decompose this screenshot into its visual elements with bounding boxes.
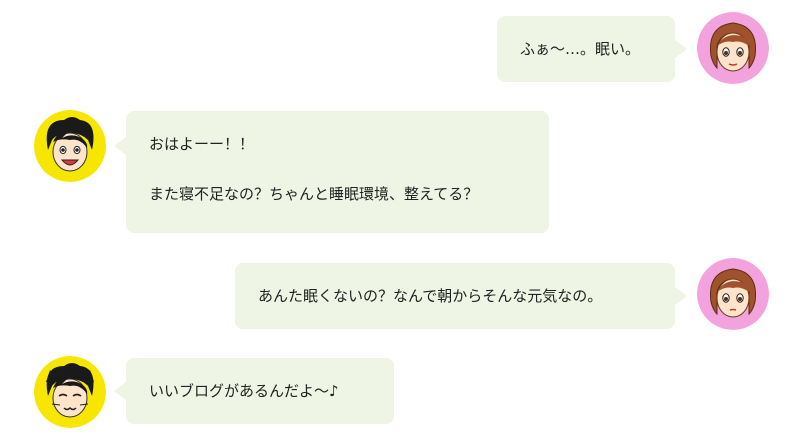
man-face-icon xyxy=(34,110,106,182)
bubble-tail xyxy=(114,382,126,400)
chat-thread: ふぁ～…。眠い。 おはよーー！！ また寝不足なの？ちゃんと睡眠環境、整えてる？ … xyxy=(0,0,800,441)
woman-face-icon xyxy=(697,258,769,330)
message-bubble-3: あんた眠くないの？なんで朝からそんな元気なの。 xyxy=(235,263,687,329)
message-text: また寝不足なの？ちゃんと睡眠環境、整えてる？ xyxy=(149,185,479,203)
message-text: おはよーー！！ xyxy=(149,135,255,153)
message-bubble-2: おはよーー！！ また寝不足なの？ちゃんと睡眠環境、整えてる？ xyxy=(114,111,549,233)
man-cat-face-icon xyxy=(34,356,106,428)
bubble-tail xyxy=(675,287,687,305)
bubble-tail xyxy=(114,137,126,155)
message-text: ふぁ～…。眠い。 xyxy=(520,40,641,58)
message-text: いいブログがあるんだよ～♪ xyxy=(149,382,339,400)
message-bubble-4: いいブログがあるんだよ～♪ xyxy=(114,358,394,424)
bubble-tail xyxy=(675,40,687,58)
message-text: あんた眠くないの？なんで朝からそんな元気なの。 xyxy=(258,287,603,305)
woman-face-icon xyxy=(697,12,769,84)
message-bubble-1: ふぁ～…。眠い。 xyxy=(497,16,687,82)
